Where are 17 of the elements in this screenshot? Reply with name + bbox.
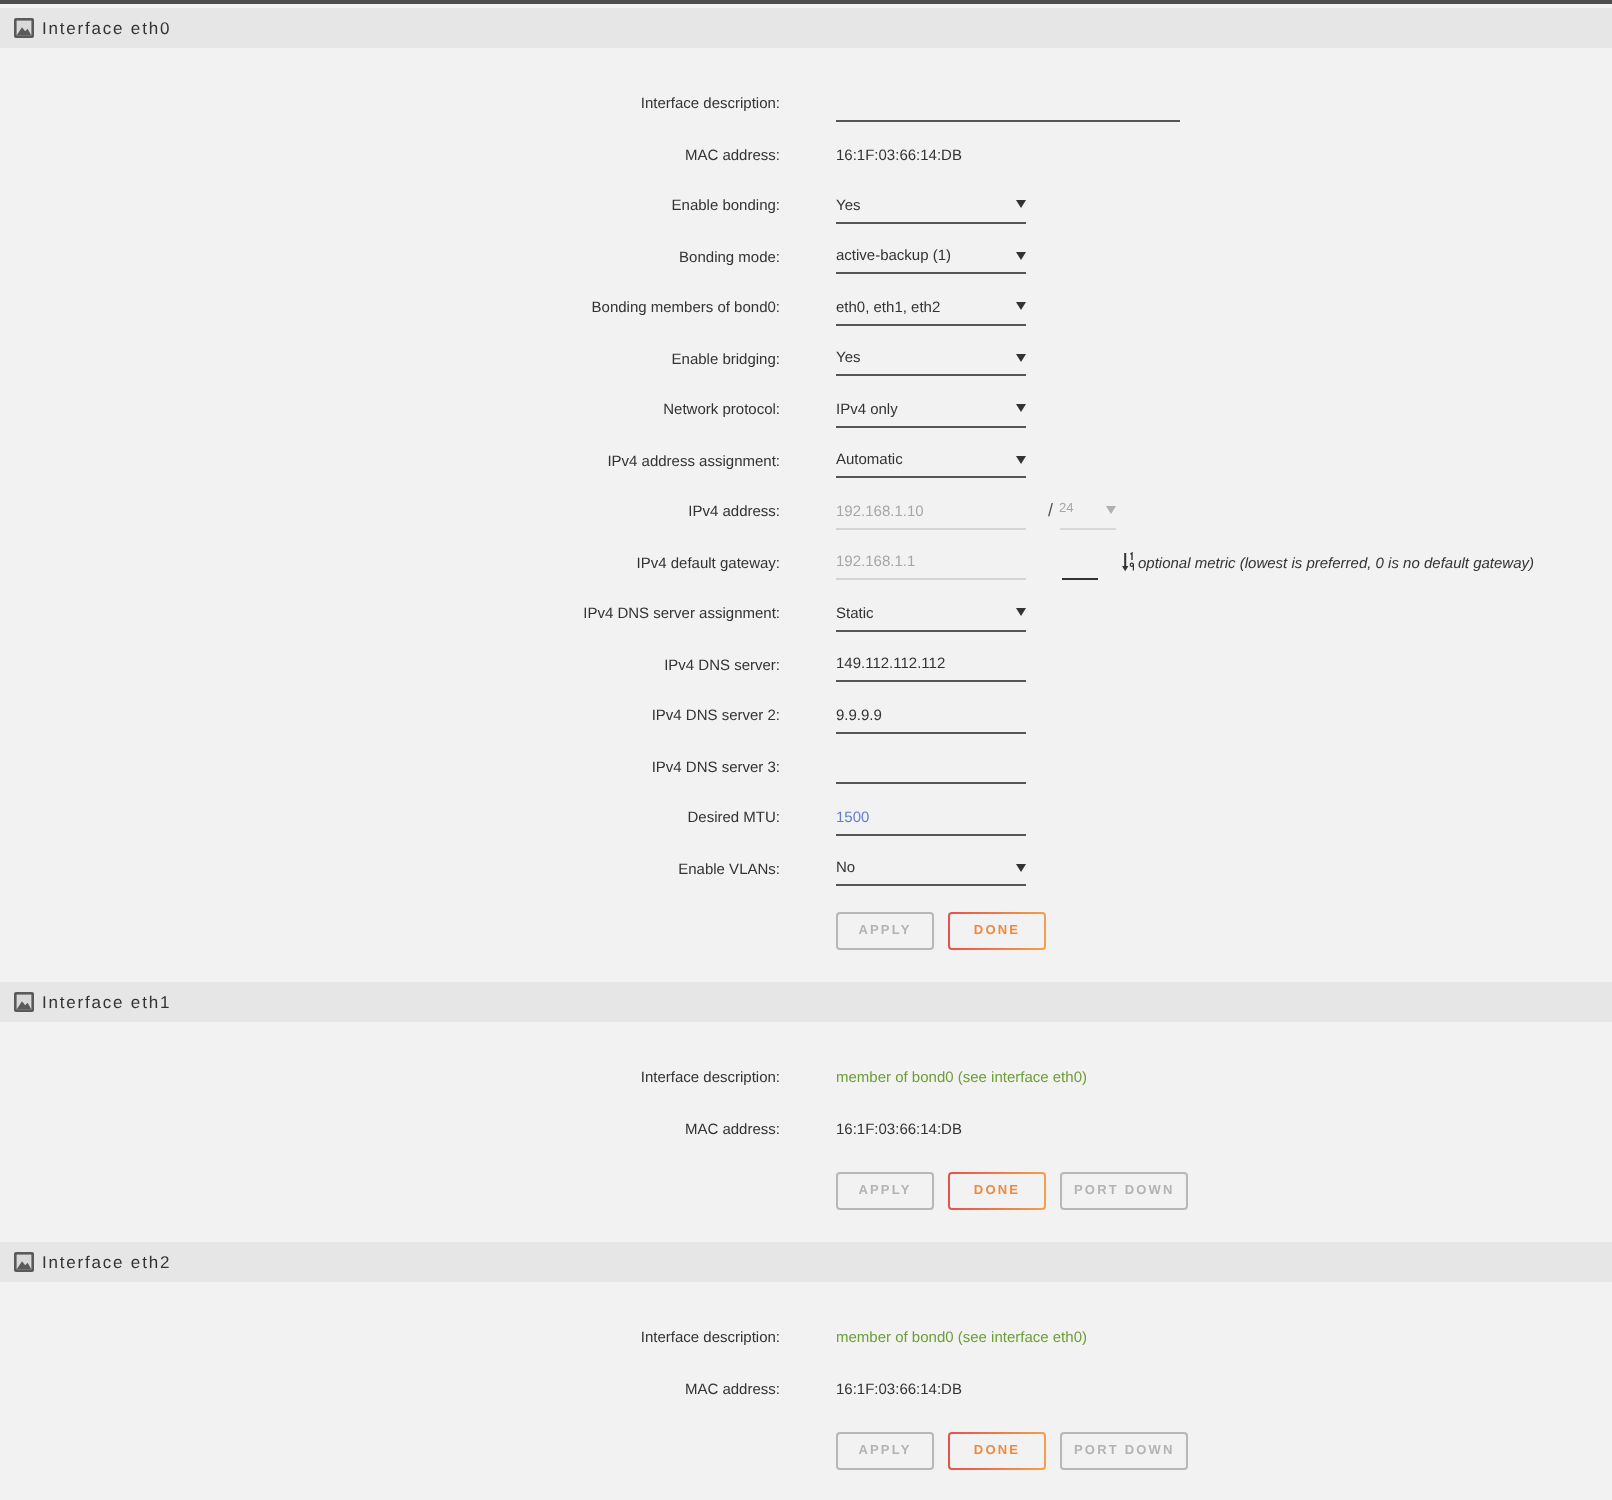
section-title: Interface eth2 <box>42 1251 172 1273</box>
caret-icon <box>1016 353 1026 362</box>
caret-icon <box>1105 506 1116 515</box>
image-icon <box>14 992 34 1012</box>
caret-icon <box>1016 404 1026 413</box>
section-title: Interface eth1 <box>42 991 172 1013</box>
section-title: Interface eth0 <box>42 17 172 39</box>
caret-icon <box>1016 608 1026 617</box>
separator-text: / <box>1048 500 1054 523</box>
image-icon <box>14 1252 34 1272</box>
caret-icon <box>1016 251 1026 260</box>
caret-icon <box>1016 455 1026 464</box>
caret-icon <box>1016 200 1026 209</box>
image-icon <box>14 18 34 38</box>
caret-icon <box>1016 863 1026 872</box>
caret-icon <box>1016 302 1026 311</box>
sort-icon <box>1122 552 1134 573</box>
